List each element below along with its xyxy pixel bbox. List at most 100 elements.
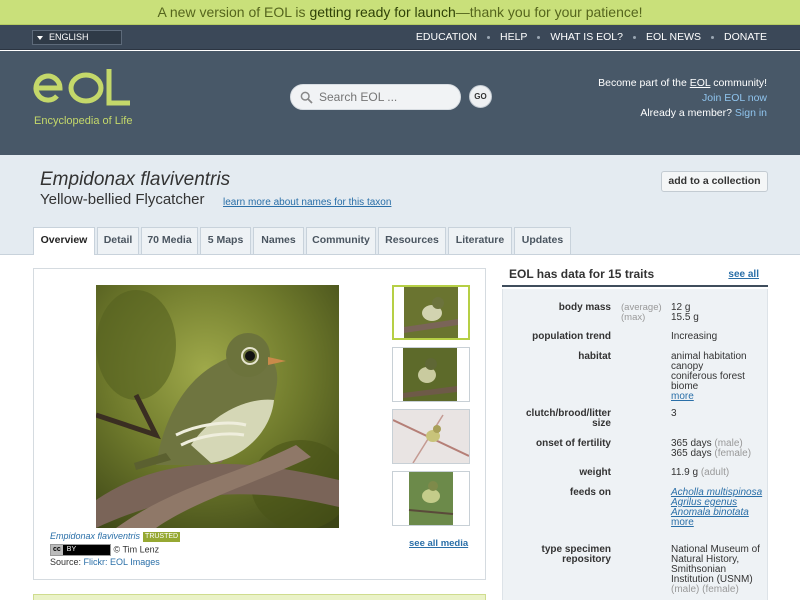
media-thumbnail[interactable] <box>392 285 470 340</box>
launch-banner: A new version of EOL is getting ready fo… <box>0 0 800 25</box>
top-navigation: ENGLISH EDUCATION HELP WHAT IS EOL? EOL NEW… <box>0 25 800 50</box>
trait-label-line: repository <box>562 554 611 565</box>
trait-values: National Museum of Natural History, Smit… <box>671 545 767 595</box>
banner-text-pre: A new version of EOL is <box>157 4 310 20</box>
already-member-text: Already a member? <box>640 107 735 119</box>
flycatcher-thumb-1 <box>394 287 468 338</box>
nav-help[interactable]: HELP <box>500 25 527 49</box>
tab-literature[interactable]: Literature <box>448 227 512 254</box>
eol-logo-icon <box>33 69 130 106</box>
media-thumbnail[interactable] <box>392 409 470 464</box>
community-text-post: community! <box>710 77 767 89</box>
trait-qualifiers: (average) (max) <box>621 303 669 323</box>
sign-in-link[interactable]: Sign in <box>735 107 767 119</box>
cc-label: cc <box>51 545 63 555</box>
flycatcher-thumb-4 <box>393 472 469 525</box>
banner-launch-link[interactable]: getting ready for launch <box>309 4 455 20</box>
search-go-button[interactable]: GO <box>469 85 492 108</box>
nav-separator <box>486 35 490 39</box>
media-thumbnail[interactable] <box>392 471 470 526</box>
trait-values: 3 <box>671 409 767 419</box>
taxon-title-band: Empidonax flaviventris Yellow-bellied Fl… <box>0 155 800 255</box>
tab-resources[interactable]: Resources <box>378 227 446 254</box>
tab-media[interactable]: 70 Media <box>141 227 198 254</box>
flycatcher-thumb-3 <box>393 410 469 463</box>
eol-logo[interactable] <box>33 65 133 114</box>
trait-label: population trend <box>532 331 611 342</box>
trait-values: animal habitation canopy coniferous fore… <box>671 352 767 402</box>
nav-what-is-eol[interactable]: WHAT IS EOL? <box>550 25 623 49</box>
traits-title: EOL has data for 15 traits <box>509 267 655 281</box>
trait-values: 11.9 g (adult) <box>671 468 767 478</box>
caption-taxon-link[interactable]: Empidonax flaviventris <box>50 531 140 541</box>
common-name: Yellow-bellied Flycatcher <box>40 191 205 208</box>
bottom-panel-edge <box>33 594 486 600</box>
tab-overview[interactable]: Overview <box>33 227 95 255</box>
eol-tagline: Encyclopedia of Life <box>34 115 133 127</box>
trait-values: Increasing <box>671 332 767 342</box>
trait-values: 12 g 15.5 g <box>671 303 767 323</box>
trait-label: body mass <box>558 302 611 313</box>
trait-values: Acholla multispinosa Agrilus egenus Anom… <box>671 488 767 528</box>
add-to-collection-button[interactable]: add to a collection <box>661 171 768 192</box>
nav-education[interactable]: EDUCATION <box>416 25 477 49</box>
sign-in-line: Already a member? Sign in <box>598 106 767 121</box>
language-selected: ENGLISH <box>49 32 89 42</box>
traits-see-all-link[interactable]: see all <box>728 269 759 280</box>
traits-table: body mass (average) (max) 12 g 15.5 g popu… <box>502 289 768 600</box>
trait-values: 365 days (male) 365 days (female) <box>671 439 767 459</box>
trait-label: onset of fertility <box>535 438 611 449</box>
member-box: Become part of the EOL community! Join E… <box>598 76 767 121</box>
source-label: Source: <box>50 557 84 567</box>
language-select[interactable]: ENGLISH <box>32 30 122 45</box>
search-box <box>290 84 461 110</box>
nav-separator <box>632 35 636 39</box>
banner-dash: — <box>455 4 470 20</box>
main-species-image[interactable] <box>96 285 339 528</box>
trait-note: (female) <box>702 584 739 595</box>
tab-community[interactable]: Community <box>306 227 376 254</box>
cc-by-icon[interactable]: cc BY <box>50 544 111 556</box>
community-eol: EOL <box>689 77 711 89</box>
trait-qualifier: (max) <box>621 312 646 323</box>
join-eol-link[interactable]: Join EOL now <box>702 92 767 104</box>
nav-separator <box>537 35 541 39</box>
source-link[interactable]: Flickr: EOL Images <box>84 557 160 567</box>
search-icon <box>300 91 313 104</box>
image-source: Source: Flickr: EOL Images <box>50 557 160 567</box>
image-caption: Empidonax flaviventris TRUSTED <box>50 531 181 542</box>
trait-value: 3 <box>671 408 677 419</box>
trait-label: habitat <box>578 351 611 362</box>
trusted-badge: TRUSTED <box>143 532 181 542</box>
nav-eol-news[interactable]: EOL NEWS <box>646 25 701 49</box>
trait-value: 15.5 g <box>671 312 699 323</box>
trait-note: (adult) <box>700 467 730 478</box>
trait-label: clutch/brood/litter size <box>503 409 611 429</box>
tab-names[interactable]: Names <box>253 227 304 254</box>
trait-label: type specimen repository <box>503 545 611 565</box>
trait-value: Increasing <box>671 331 718 342</box>
trait-note: (female) <box>714 448 752 459</box>
trait-more-link[interactable]: more <box>671 518 767 528</box>
nav-separator <box>711 35 715 39</box>
see-all-media-link[interactable]: see all media <box>409 538 468 549</box>
trait-label-line: size <box>592 418 611 429</box>
trait-note: (male) <box>671 584 700 595</box>
trait-more-link[interactable]: more <box>671 392 767 402</box>
by-label: BY <box>66 546 77 553</box>
trait-label: weight <box>579 467 611 478</box>
license-row: cc BY © Tim Lenz <box>50 544 159 556</box>
image-author: © Tim Lenz <box>113 544 160 555</box>
site-header: Encyclopedia of Life GO Become part of t… <box>0 51 800 155</box>
tab-updates[interactable]: Updates <box>514 227 571 254</box>
nav-donate[interactable]: DONATE <box>724 25 767 49</box>
nav-links: EDUCATION HELP WHAT IS EOL? EOL NEWS DONATE <box>416 25 767 50</box>
search-input[interactable] <box>319 89 454 105</box>
scientific-name: Empidonax flaviventris <box>40 169 231 190</box>
media-thumbnail[interactable] <box>392 347 470 402</box>
learn-more-names-link[interactable]: learn more about names for this taxon <box>223 197 391 208</box>
media-panel: Empidonax flaviventris TRUSTED cc BY © Tim… <box>33 268 486 580</box>
tab-detail[interactable]: Detail <box>97 227 139 254</box>
tab-maps[interactable]: 5 Maps <box>200 227 251 254</box>
flycatcher-thumb-2 <box>393 348 469 401</box>
